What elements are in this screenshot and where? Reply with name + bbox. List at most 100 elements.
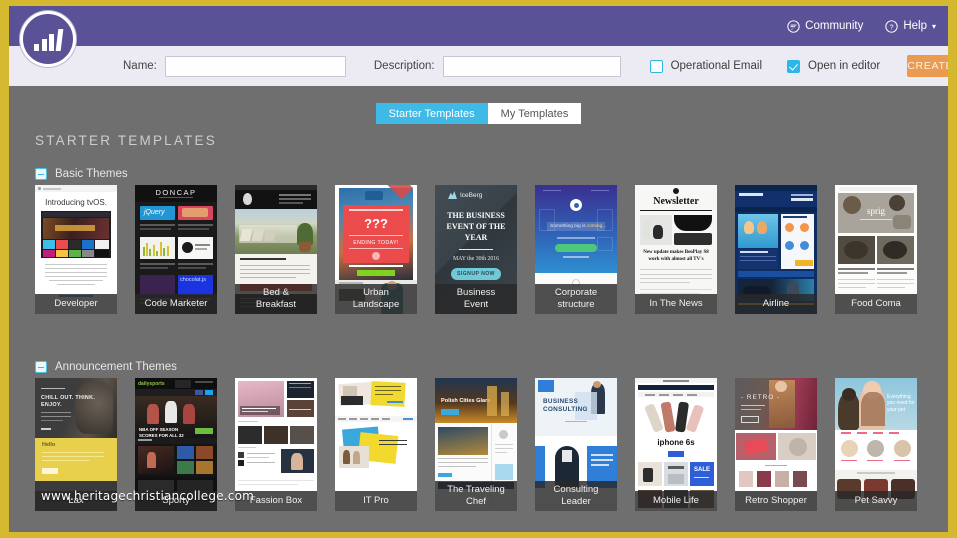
template-label-developer: Developer <box>35 294 117 315</box>
business-event-date: MAY the 30th 2016 <box>444 256 508 262</box>
label-line-1: Business <box>437 287 515 299</box>
template-label-bed-breakfast: Bed & Breakfast <box>235 284 317 314</box>
label-line-2: structure <box>537 299 615 311</box>
collapse-toggle-icon-basic[interactable] <box>35 168 47 180</box>
template-label-in-the-news: In The News <box>635 294 717 315</box>
collapse-toggle-icon-announcement[interactable] <box>35 361 47 373</box>
business-event-cta: SIGNUP NOW <box>451 271 501 277</box>
group-title-basic: Basic Themes <box>55 168 128 180</box>
template-label-business-event: Business Event <box>435 284 517 314</box>
help-label: Help <box>903 20 927 32</box>
description-label: Description: <box>374 60 435 72</box>
template-source-tabs: Starter Templates My Templates <box>9 103 948 124</box>
logo-bar-4 <box>55 29 63 51</box>
template-card-corporate-structure[interactable]: Something big is coming... Corporate str… <box>535 185 617 314</box>
template-card-in-the-news[interactable]: Newsletter New update makes BeoPlay S8 w… <box>635 185 717 314</box>
template-label-corporate-structure: Corporate structure <box>535 284 617 314</box>
label-line-2: Breakfast <box>237 299 315 311</box>
create-button[interactable]: CREATE <box>907 55 948 77</box>
urban-landscape-cta-text: ENDING TODAY! <box>347 240 405 246</box>
open-in-editor-box[interactable] <box>787 60 800 73</box>
template-create-form: Name: Description: Operational Email Ope… <box>9 46 948 86</box>
label-line-2: Leader <box>537 496 615 508</box>
top-navigation-bar: Community ? Help ▾ <box>9 6 948 46</box>
site-watermark: www.heritagechristiancollege.com <box>41 489 254 503</box>
app-window: Community ? Help ▾ Name: Description: Op… <box>9 6 948 532</box>
template-card-business-event[interactable]: IceBerg THE BUSINESS EVENT OF THE YEAR M… <box>435 185 517 314</box>
label-line-1: The Traveling <box>437 484 515 496</box>
template-label-retro-shopper: Retro Shopper <box>735 491 817 512</box>
app-logo <box>20 11 76 67</box>
template-card-traveling-chef[interactable]: Polish Cities Glare The Traveling <box>435 378 517 511</box>
code-marketer-tile-jquery: jQuery <box>144 209 165 216</box>
group-header-announcement-themes: Announcement Themes <box>35 361 177 373</box>
template-card-pet-savvy[interactable]: Everything you need for your pet <box>835 378 917 511</box>
svg-text:?: ? <box>890 22 894 31</box>
code-marketer-brand: DONCAP <box>135 188 217 197</box>
developer-headline: Introducing tvOS. <box>45 198 107 207</box>
tab-my-templates[interactable]: My Templates <box>488 103 582 124</box>
logo-bar-1 <box>34 44 39 51</box>
logo-bar-2 <box>42 39 47 51</box>
urban-landscape-question: ??? <box>353 217 399 230</box>
in-the-news-masthead: Newsletter <box>635 196 717 207</box>
business-event-brand: IceBerg <box>460 192 482 199</box>
description-input[interactable] <box>443 56 621 77</box>
label-line-1: Consulting <box>537 484 615 496</box>
template-card-retro-shopper[interactable]: - RETRO - Retro Shopper <box>735 378 817 511</box>
template-card-urban-landscape[interactable]: ??? ENDING TODAY! Urban Landscape <box>335 185 417 314</box>
template-card-airline[interactable]: Airline <box>735 185 817 314</box>
label-line-1: Urban <box>337 287 415 299</box>
mobile-life-sale: SALE <box>694 467 710 473</box>
mobile-life-headline: iphone 6s <box>651 438 701 447</box>
template-card-code-marketer[interactable]: DONCAP jQuery <box>135 185 217 314</box>
food-coma-brand: sprig <box>857 206 895 216</box>
template-card-mobile-life[interactable]: iphone 6s SALE Mobile Life <box>635 378 717 511</box>
operational-email-box[interactable] <box>650 60 663 73</box>
business-event-headline: THE BUSINESS EVENT OF THE YEAR <box>442 210 510 243</box>
help-menu[interactable]: ? Help ▾ <box>885 20 936 33</box>
template-label-consulting-leader: Consulting Leader <box>535 481 617 511</box>
label-line-2: Event <box>437 299 515 311</box>
label-line-2: Chef <box>437 496 515 508</box>
template-label-code-marketer: Code Marketer <box>135 294 217 315</box>
operational-email-checkbox[interactable]: Operational Email <box>650 60 762 73</box>
name-input[interactable] <box>165 56 346 77</box>
template-label-mobile-life: Mobile Life <box>635 491 717 512</box>
template-label-it-pro: IT Pro <box>335 491 417 512</box>
group-title-announcement: Announcement Themes <box>55 361 177 373</box>
chevron-down-icon: ▾ <box>932 22 936 31</box>
template-label-pet-savvy: Pet Savvy <box>835 491 917 512</box>
name-label: Name: <box>123 60 157 72</box>
template-card-food-coma[interactable]: sprig Food Coma <box>835 185 917 314</box>
iceberg-logo-icon <box>448 191 457 199</box>
template-card-bed-breakfast[interactable]: Bed & Breakfast <box>235 185 317 314</box>
template-grid-basic-themes: Introducing tvOS. <box>35 185 917 314</box>
template-card-developer[interactable]: Introducing tvOS. <box>35 185 117 314</box>
question-circle-icon: ? <box>885 20 898 33</box>
speech-bubble-icon <box>787 20 800 33</box>
in-the-news-caption: New update makes BeoPlay S8 work with al… <box>642 250 710 263</box>
open-in-editor-checkbox[interactable]: Open in editor <box>787 60 880 73</box>
template-label-airline: Airline <box>735 294 817 315</box>
lax-headline: CHILL OUT. THINK. ENJOY. <box>41 395 117 409</box>
template-card-it-pro[interactable]: IT Pro <box>335 378 417 511</box>
label-line-2: Landscape <box>337 299 415 311</box>
community-label: Community <box>805 20 863 32</box>
topbar-links: Community ? Help ▾ <box>787 6 936 46</box>
community-link[interactable]: Community <box>787 20 863 33</box>
traveling-chef-headline: Polish Cities Glare <box>441 398 490 404</box>
description-field-group: Description: <box>374 56 621 77</box>
operational-email-label: Operational Email <box>671 60 762 72</box>
retro-headline: - RETRO - <box>741 394 780 401</box>
template-card-consulting-leader[interactable]: BUSINESS CONSULTING Consulting Leader <box>535 378 617 511</box>
group-header-basic-themes: Basic Themes <box>35 168 128 180</box>
template-label-urban-landscape: Urban Landscape <box>335 284 417 314</box>
page-title: STARTER TEMPLATES <box>35 133 217 148</box>
consulting-headline: BUSINESS CONSULTING <box>543 398 617 414</box>
sporty-brand: dailysports <box>138 381 165 387</box>
label-line-1: Bed & <box>237 287 315 299</box>
tab-starter-templates[interactable]: Starter Templates <box>376 103 488 124</box>
template-label-traveling-chef: The Traveling Chef <box>435 481 517 511</box>
code-marketer-tile-chocolat: chocolat.js <box>180 277 206 283</box>
